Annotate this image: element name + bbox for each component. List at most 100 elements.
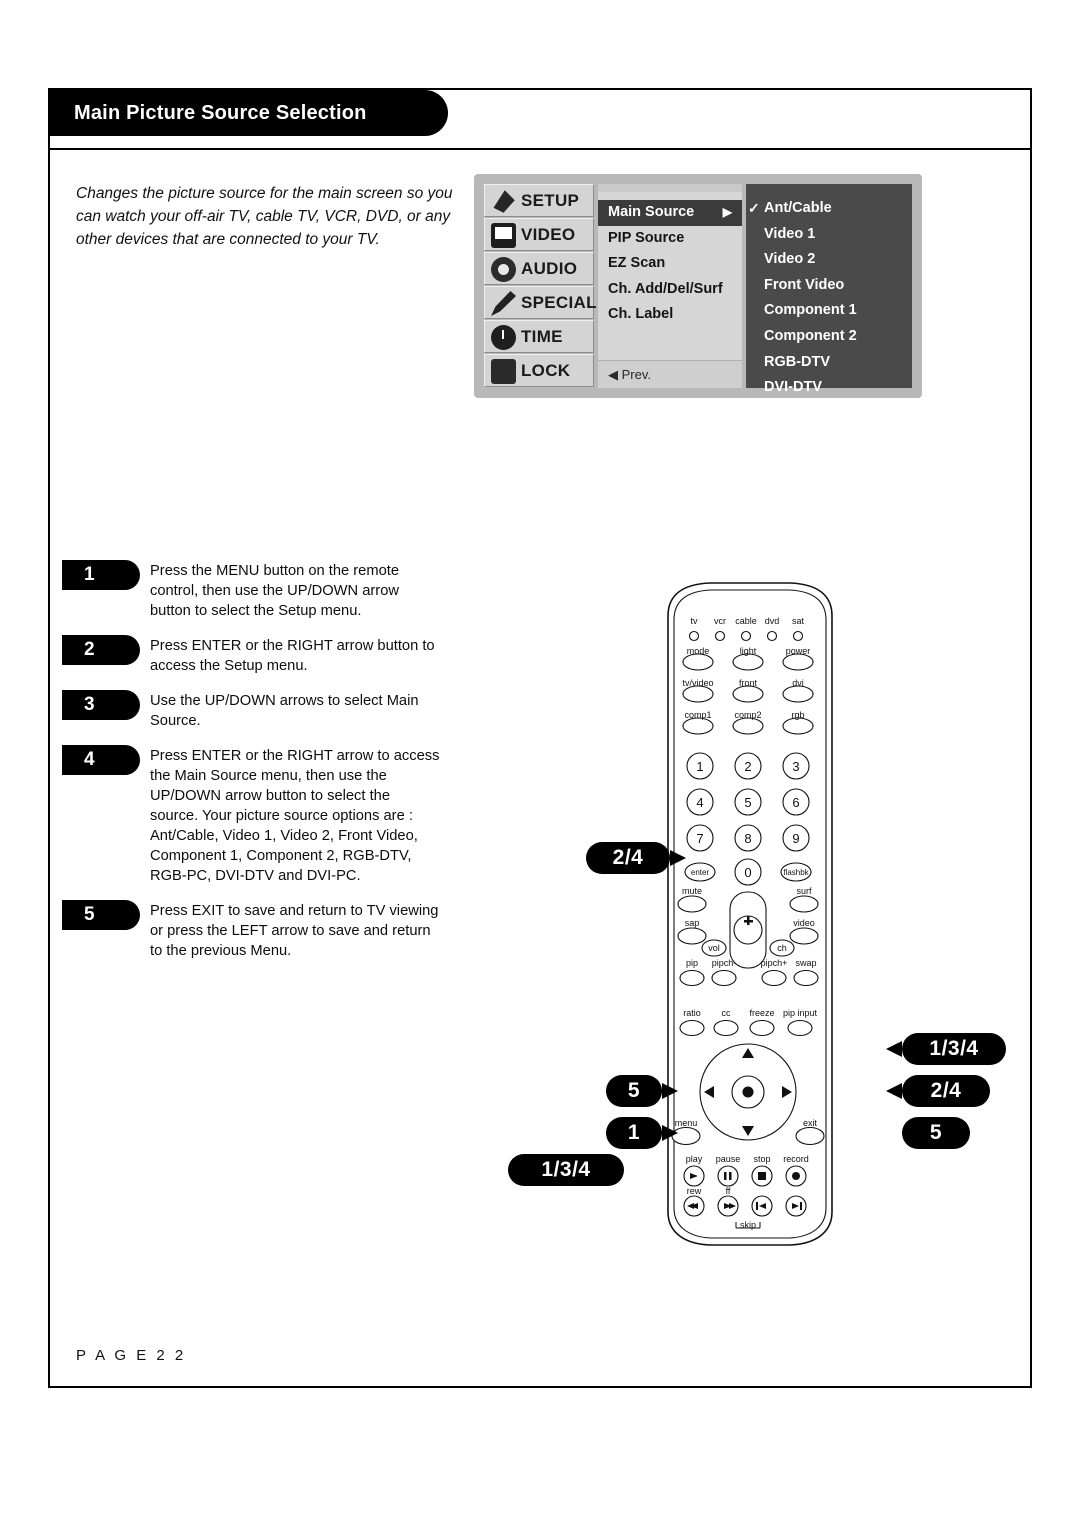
callout-exit-5: 5 <box>902 1117 970 1149</box>
remote-control-illustration: tv vcr cable dvd sat mode light power tv/vide… <box>650 580 850 1260</box>
osd-source-component-2[interactable]: Component 2 <box>764 324 912 350</box>
svg-text:record: record <box>783 1154 809 1164</box>
osd-category-label: SPECIAL <box>521 292 597 312</box>
svg-text:dvd: dvd <box>765 616 780 626</box>
step-3: 3 Use the UP/DOWN arrows to select Main … <box>50 690 470 731</box>
step-text: Press ENTER or the RIGHT arrow button to… <box>150 638 435 674</box>
svg-text:tv: tv <box>690 616 698 626</box>
osd-category-label: LOCK <box>521 360 571 380</box>
page-title: Main Picture Source Selection <box>74 101 367 124</box>
osd-category-label: TIME <box>521 326 563 346</box>
svg-text:surf: surf <box>796 886 812 896</box>
svg-text:0: 0 <box>744 865 751 880</box>
osd-menu-graphic: SETUP VIDEO AUDIO SPECIAL TIME LOCK Main… <box>474 174 922 398</box>
svg-text:rew: rew <box>687 1186 702 1196</box>
svg-text:vol: vol <box>708 943 720 953</box>
svg-text:5: 5 <box>744 795 751 810</box>
svg-text:dvi: dvi <box>792 678 804 688</box>
osd-category-setup[interactable]: SETUP <box>484 184 594 217</box>
tv-screen-icon <box>491 223 516 248</box>
step-number-badge: 4 <box>62 745 140 775</box>
svg-text:ch: ch <box>777 943 787 953</box>
osd-source-label: Ant/Cable <box>764 200 832 216</box>
step-2: 2 Press ENTER or the RIGHT arrow button … <box>50 635 470 676</box>
osd-source-rgb-dtv[interactable]: RGB-DTV <box>764 350 912 376</box>
osd-source-label: RGB-DTV <box>764 353 831 370</box>
osd-category-special[interactable]: SPECIAL <box>484 286 597 319</box>
callout-dpad-5: 5 <box>606 1075 678 1107</box>
osd-category-video[interactable]: VIDEO <box>484 218 594 251</box>
padlock-icon <box>491 359 516 384</box>
osd-source-component-1[interactable]: Component 1 <box>764 298 912 324</box>
svg-text:flashbk: flashbk <box>783 868 809 877</box>
osd-source-label: Video 2 <box>764 251 816 268</box>
svg-text:7: 7 <box>696 831 703 846</box>
clock-icon <box>491 325 516 350</box>
step-text: Use the UP/DOWN arrows to select Main So… <box>150 693 419 729</box>
svg-text:enter: enter <box>691 868 710 877</box>
step-text: Press EXIT to save and return to TV view… <box>150 903 439 959</box>
check-icon: ✓ <box>748 200 760 216</box>
step-text: Press the MENU button on the remote cont… <box>150 563 399 619</box>
osd-menu-item-ez-scan[interactable]: EZ Scan <box>608 251 742 277</box>
osd-menu-item-ch-label[interactable]: Ch. Label <box>608 302 742 328</box>
intro-paragraph: Changes the picture source for the main … <box>76 185 453 248</box>
remote-svg: tv vcr cable dvd sat mode light power tv/vide… <box>667 582 833 1246</box>
osd-source-label: Component 2 <box>764 327 857 344</box>
osd-source-video-2[interactable]: Video 2 <box>764 247 912 273</box>
svg-text:power: power <box>786 646 811 656</box>
svg-text:pip input: pip input <box>783 1008 818 1018</box>
callout-arrows-left-1-3-4: 1/3/4 <box>508 1154 624 1186</box>
osd-menu-item-ch-add-del-surf[interactable]: Ch. Add/Del/Surf <box>608 277 742 303</box>
osd-source-label: Video 1 <box>764 225 816 242</box>
svg-text:comp1: comp1 <box>684 710 711 720</box>
osd-category-lock[interactable]: LOCK <box>484 354 594 387</box>
svg-text:front: front <box>739 678 758 688</box>
osd-source-front-video[interactable]: Front Video <box>764 273 912 299</box>
osd-category-label: AUDIO <box>521 258 578 278</box>
osd-menu-item-pip-source[interactable]: PIP Source <box>608 226 742 252</box>
callout-right-arrow-2-4: 2/4 <box>886 1075 990 1107</box>
title-divider <box>50 148 1030 150</box>
svg-text:ff: ff <box>726 1186 731 1196</box>
svg-text:sat: sat <box>792 616 805 626</box>
svg-text:ratio: ratio <box>683 1008 701 1018</box>
step-number-badge: 2 <box>62 635 140 665</box>
svg-text:8: 8 <box>744 831 751 846</box>
svg-text:menu: menu <box>675 1118 698 1128</box>
instruction-steps: 1 Press the MENU button on the remote co… <box>50 560 470 975</box>
osd-source-dvi-dtv[interactable]: DVI-DTV <box>764 375 912 401</box>
osd-menu-item-label: Main Source <box>608 204 695 220</box>
osd-menu-item-label: Ch. Add/Del/Surf <box>608 280 723 297</box>
svg-text:pipch+: pipch+ <box>761 958 788 968</box>
osd-menu-panel: Main Source ▶ PIP Source EZ Scan Ch. Add… <box>598 184 742 388</box>
osd-prev-button[interactable]: ◀ Prev. <box>598 360 742 388</box>
chevron-right-icon: ▶ <box>722 205 732 219</box>
step-4: 4 Press ENTER or the RIGHT arrow to acce… <box>50 745 470 886</box>
osd-category-time[interactable]: TIME <box>484 320 594 353</box>
osd-source-ant-cable[interactable]: ✓ Ant/Cable <box>748 196 912 222</box>
step-number-badge: 1 <box>62 560 140 590</box>
svg-text:2: 2 <box>744 759 751 774</box>
svg-text:exit: exit <box>803 1118 818 1128</box>
pencil-icon <box>491 291 516 316</box>
svg-text:light: light <box>740 646 757 656</box>
svg-text:pipch-: pipch- <box>712 958 737 968</box>
osd-category-label: SETUP <box>521 190 580 210</box>
speaker-icon <box>491 257 516 282</box>
svg-text:swap: swap <box>795 958 816 968</box>
osd-source-video-1[interactable]: Video 1 <box>764 222 912 248</box>
svg-text:1: 1 <box>696 759 703 774</box>
osd-prev-label: ◀ Prev. <box>608 366 651 382</box>
step-number-badge: 3 <box>62 690 140 720</box>
osd-menu-item-main-source[interactable]: Main Source ▶ <box>598 200 742 226</box>
svg-text:6: 6 <box>792 795 799 810</box>
svg-text:pip: pip <box>686 958 698 968</box>
callout-enter-2-4: 2/4 <box>586 842 686 874</box>
osd-menu-item-label: Ch. Label <box>608 306 674 323</box>
osd-category-audio[interactable]: AUDIO <box>484 252 594 285</box>
svg-text:9: 9 <box>792 831 799 846</box>
step-text: Press ENTER or the RIGHT arrow to access… <box>150 748 440 884</box>
satellite-dish-icon <box>493 190 515 213</box>
page-frame: Main Picture Source Selection Changes th… <box>48 88 1032 1388</box>
